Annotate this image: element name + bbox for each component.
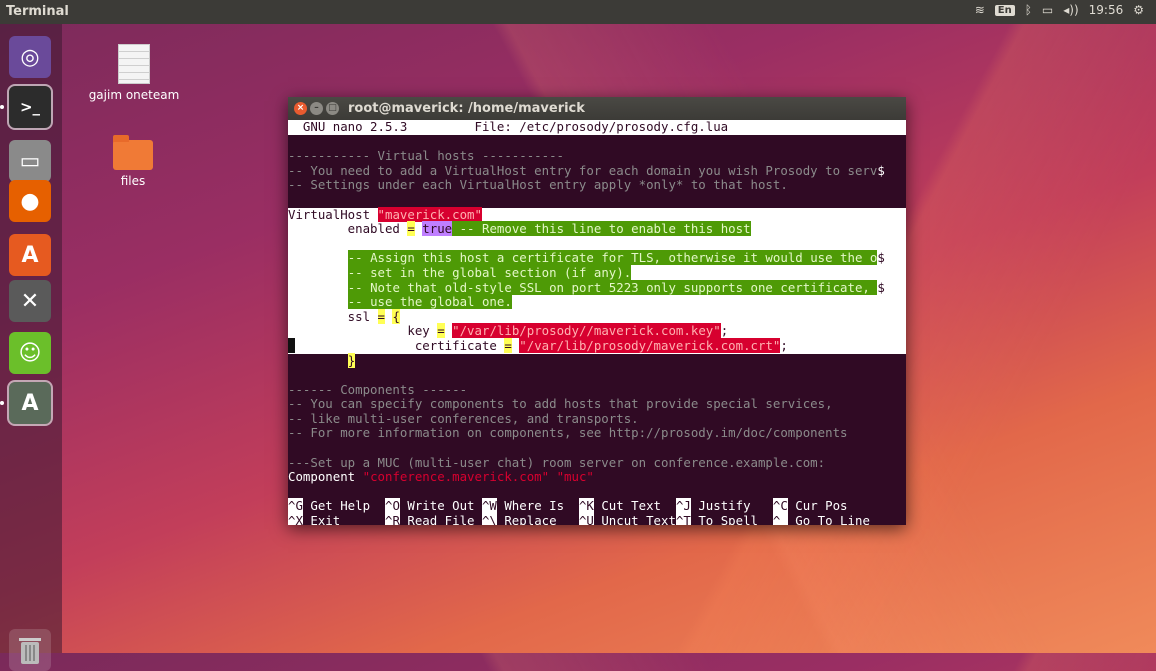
volume-icon[interactable]: ◂)): [1063, 3, 1078, 17]
bluetooth-icon[interactable]: ᛒ: [1025, 3, 1032, 17]
launcher-system-settings-icon[interactable]: ✕: [9, 280, 51, 322]
code-line: -- Settings under each VirtualHost entry…: [288, 177, 788, 193]
desktop-icon-gajim-oneteam[interactable]: gajim oneteam: [88, 44, 180, 102]
trash-icon[interactable]: [9, 629, 51, 671]
nano-shortcut-key[interactable]: ^W: [481, 498, 497, 514]
nano-shortcut-label: Get Help: [302, 498, 385, 514]
close-icon[interactable]: ×: [294, 102, 307, 115]
code-brace: }: [347, 352, 356, 368]
code-string: "conference.maverick.com" "muc": [362, 469, 594, 485]
code-brace: {: [392, 308, 400, 324]
code-line: ----------- Virtual hosts -----------: [288, 148, 565, 164]
nano-shortcut-label: Justify: [690, 498, 773, 514]
nano-shortcut-key[interactable]: ^U: [578, 513, 594, 525]
nano-shortcut-key[interactable]: ^J: [675, 498, 691, 514]
nano-shortcut-label: Uncut Text: [593, 513, 676, 525]
overflow-marker: $: [877, 279, 885, 295]
terminal-content[interactable]: GNU nano 2.5.3 File: /etc/prosody/prosod…: [288, 120, 906, 525]
nano-shortcut-label: Cut Text: [593, 498, 676, 514]
desktop-icon-label: files: [120, 174, 146, 188]
nano-shortcut-key[interactable]: ^O: [384, 498, 400, 514]
system-indicators: ≋ En ᛒ ▭ ◂)) 19:56 ⚙: [975, 3, 1144, 17]
code-operator: =: [437, 323, 445, 339]
folder-icon: [113, 135, 153, 170]
launcher-ubuntu-dash-icon[interactable]: ◎: [9, 36, 51, 78]
code-line: -- For more information on components, s…: [288, 425, 848, 441]
terminal-window[interactable]: × – □ root@maverick: /home/maverick GNU …: [288, 97, 906, 525]
launcher-software-updater-icon[interactable]: A: [7, 380, 53, 426]
desktop-icon-label: gajim oneteam: [88, 88, 180, 102]
nano-shortcut-label: Cur Pos: [787, 498, 848, 514]
nano-shortcut-key[interactable]: ^R: [384, 513, 400, 525]
code-line: -- You need to add a VirtualHost entry f…: [288, 162, 878, 178]
code-comment: -- Note that old-style SSL on port 5223 …: [347, 279, 878, 295]
nano-shortcut-label: Exit: [302, 513, 385, 525]
nano-shortcut-key[interactable]: ^_: [772, 513, 788, 525]
code-comment: -- use the global one.: [347, 294, 512, 310]
nano-shortcut-key[interactable]: ^\: [481, 513, 497, 525]
top-panel: Terminal ≋ En ᛒ ▭ ◂)) 19:56 ⚙: [0, 0, 1156, 24]
nano-shortcut-label: Replace: [496, 513, 579, 525]
code-operator: =: [407, 221, 415, 237]
code-line: -- You can specify components to add hos…: [288, 396, 833, 412]
nano-shortcut-key[interactable]: ^C: [772, 498, 788, 514]
code-operator: =: [377, 308, 385, 324]
nano-shortcut-key[interactable]: ^K: [578, 498, 594, 514]
launcher-files-icon[interactable]: ▭: [9, 140, 51, 182]
code-comment: -- set in the global section (if any).: [347, 264, 632, 280]
code-semicolon: ;: [720, 323, 729, 339]
code-keyword: certificate: [295, 337, 505, 353]
running-indicator: [0, 401, 4, 405]
settings-gear-icon[interactable]: ⚙: [1133, 3, 1144, 17]
minimize-icon[interactable]: –: [310, 102, 323, 115]
keyboard-layout-indicator[interactable]: En: [994, 4, 1015, 16]
nano-shortcut-key[interactable]: ^G: [288, 498, 303, 514]
nano-shortcuts-row: ^G Get Help ^O Write Out ^W Where Is ^K …: [288, 498, 906, 514]
nano-shortcuts-row: ^X Exit ^R Read File ^\ Replace ^U Uncut…: [288, 513, 906, 525]
clock[interactable]: 19:56: [1089, 3, 1124, 17]
code-keyword: VirtualHost: [288, 206, 378, 222]
launcher-software-center-icon[interactable]: A: [9, 234, 51, 276]
code-comment: -- Remove this line to enable this host: [452, 221, 751, 237]
nano-shortcut-key[interactable]: ^X: [288, 513, 303, 525]
code-comment: -- Assign this host a certificate for TL…: [347, 250, 878, 266]
overflow-marker: $: [877, 250, 885, 266]
nano-shortcut-label: Read File: [399, 513, 482, 525]
code-string: "/var/lib/prosody/maverick.com.crt": [519, 337, 781, 353]
launcher-firefox-icon[interactable]: ●: [9, 180, 51, 222]
code-line: ---Set up a MUC (multi-user chat) room s…: [288, 454, 826, 470]
nano-header: GNU nano 2.5.3 File: /etc/prosody/prosod…: [288, 120, 906, 135]
code-keyword: key: [288, 323, 438, 339]
code-string: "/var/lib/prosody//maverick.com.key": [452, 323, 721, 339]
nano-shortcut-label: Write Out: [399, 498, 482, 514]
code-operator: =: [504, 337, 512, 353]
launcher-user-accounts-icon[interactable]: ☺: [9, 332, 51, 374]
active-app-title: Terminal: [6, 4, 69, 19]
selected-block: VirtualHost "maverick.com" enabled = tru…: [288, 206, 906, 354]
code-keyword: ssl: [288, 308, 378, 324]
document-icon: [118, 44, 150, 84]
wifi-icon[interactable]: ≋: [975, 3, 985, 17]
launcher: ◎ >_ ▭ ● A ✕ ☺ A: [0, 24, 62, 671]
window-title: root@maverick: /home/maverick: [348, 101, 585, 116]
running-indicator: [0, 105, 4, 109]
window-titlebar[interactable]: × – □ root@maverick: /home/maverick: [288, 97, 906, 120]
desktop-icon-files[interactable]: files: [98, 135, 168, 188]
nano-shortcut-key[interactable]: ^T: [675, 513, 691, 525]
code-line: ------ Components ------: [288, 381, 468, 397]
code-string: "maverick.com": [377, 206, 482, 222]
launcher-terminal-icon[interactable]: >_: [7, 84, 53, 130]
maximize-icon[interactable]: □: [326, 102, 339, 115]
code-semicolon: ;: [780, 337, 788, 353]
overflow-marker: $: [877, 162, 885, 178]
nano-shortcut-label: Go To Line: [787, 513, 870, 525]
battery-icon[interactable]: ▭: [1042, 3, 1053, 17]
code-keyword: Component: [288, 469, 363, 485]
nano-shortcut-label: To Spell: [690, 513, 773, 525]
nano-shortcut-label: Where Is: [496, 498, 579, 514]
code-keyword: enabled: [288, 221, 408, 237]
code-boolean: true: [422, 221, 453, 237]
code-line: -- like multi-user conferences, and tran…: [288, 410, 639, 426]
